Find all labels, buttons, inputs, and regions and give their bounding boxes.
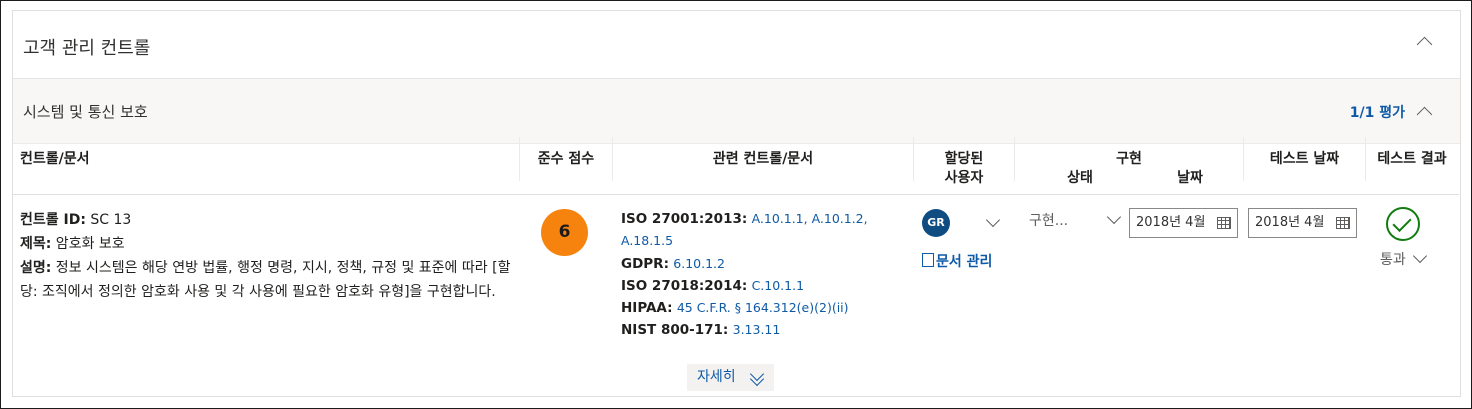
col-header-assigned-line1: 할당된 <box>944 151 984 167</box>
col-header-related: 관련 컨트롤/문서 <box>712 151 814 167</box>
test-result-value: 통과 <box>1380 252 1406 268</box>
related-item: ISO 27001:2013: A.10.1.1, A.10.1.2, A.18… <box>621 208 891 253</box>
pass-check-icon <box>1386 207 1420 241</box>
control-id-value: SC 13 <box>85 212 132 228</box>
test-date-input[interactable]: 2018년 4월 <box>1248 208 1357 238</box>
col-header-test-result: 테스트 결과 <box>1377 151 1447 167</box>
section-header[interactable]: 시스템 및 통신 보호 1/1 평가 <box>13 79 1460 144</box>
section-label: 시스템 및 통신 보호 <box>23 103 148 121</box>
related-item: NIST 800-171: 3.13.11 <box>621 319 891 341</box>
col-header-impl-date: 날짜 <box>1177 170 1203 186</box>
panel-header[interactable]: 고객 관리 컨트롤 <box>13 11 1460 79</box>
panel-title: 고객 관리 컨트롤 <box>23 38 151 59</box>
related-key: NIST 800-171: <box>621 322 729 339</box>
control-desc-line: 설명: 정보 시스템은 해당 연방 법률, 행정 명령, 지시, 정책, 규정 … <box>20 256 515 304</box>
test-date-value: 2018년 4월 <box>1255 215 1325 230</box>
control-title-line: 제목: 암호화 보호 <box>20 232 515 256</box>
control-desc-value: 정보 시스템은 해당 연방 법률, 행정 명령, 지시, 정책, 규정 및 표준… <box>20 260 511 300</box>
control-description-cell: 컨트롤 ID: SC 13 제목: 암호화 보호 설명: 정보 시스템은 해당 … <box>20 208 515 304</box>
related-link[interactable]: 3.13.11 <box>733 322 781 337</box>
related-link[interactable]: 45 C.F.R. § 164.312(e)(2)(ii) <box>677 300 849 315</box>
col-header-control: 컨트롤/문서 <box>20 151 90 167</box>
related-key: ISO 27001:2013: <box>621 211 748 227</box>
col-header-assigned-line2: 사용자 <box>944 170 984 186</box>
control-title-value: 암호화 보호 <box>51 236 125 252</box>
assessment-count[interactable]: 1/1 평가 <box>1350 102 1405 122</box>
related-controls-cell: ISO 27001:2013: A.10.1.1, A.10.1.2, A.18… <box>621 208 891 342</box>
col-header-test-date: 테스트 날짜 <box>1269 151 1340 167</box>
related-key: ISO 27018:2014: <box>621 277 748 294</box>
manage-documents-link[interactable]: 문서 관리 <box>922 251 992 271</box>
related-key: GDPR: <box>621 255 669 272</box>
test-result-dropdown[interactable]: 통과 <box>1380 249 1406 269</box>
col-header-impl-status: 상태 <box>1067 170 1093 186</box>
col-header-assigned: 할당된 사용자 <box>914 150 1014 188</box>
control-title-label: 제목: <box>20 236 52 252</box>
related-link[interactable]: 6.10.1.2 <box>673 256 725 271</box>
control-id-label: 컨트롤 ID: <box>20 212 86 228</box>
col-header-score: 준수 점수 <box>537 151 595 167</box>
related-key: HIPAA: <box>621 300 673 317</box>
related-item: GDPR: 6.10.1.2 <box>621 253 891 275</box>
related-item: ISO 27018:2014: C.10.1.1 <box>621 275 891 297</box>
impl-date-value: 2018년 4월 <box>1136 215 1206 230</box>
header-divider <box>12 194 1459 195</box>
col-header-impl: 구현 <box>1116 151 1142 167</box>
collapse-chevron-up-icon[interactable] <box>1416 36 1433 53</box>
control-desc-label: 설명: <box>20 260 52 276</box>
impl-date-input[interactable]: 2018년 4월 <box>1129 208 1238 238</box>
calendar-icon[interactable] <box>1217 217 1231 229</box>
related-link[interactable]: C.10.1.1 <box>752 278 804 293</box>
show-more-label: 자세히 <box>697 369 736 385</box>
document-icon <box>922 253 934 267</box>
impl-status-value[interactable]: 구현... <box>1029 210 1068 230</box>
assignee-avatar: GR <box>922 209 950 237</box>
related-item: HIPAA: 45 C.F.R. § 164.312(e)(2)(ii) <box>621 297 891 319</box>
compliance-score-badge: 6 <box>541 209 588 256</box>
section-collapse-chevron-up-icon[interactable] <box>1416 106 1433 123</box>
control-id-line: 컨트롤 ID: SC 13 <box>20 208 515 232</box>
manage-documents-label: 문서 관리 <box>936 254 993 270</box>
calendar-icon[interactable] <box>1336 217 1350 229</box>
